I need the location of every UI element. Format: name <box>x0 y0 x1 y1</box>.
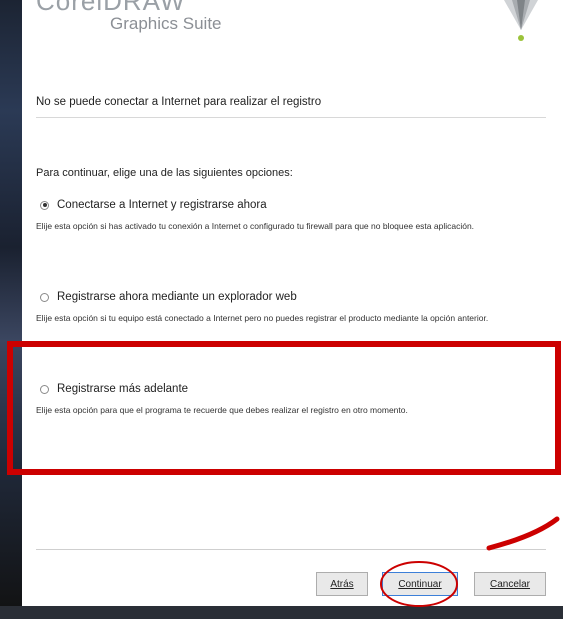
dialog-title: No se puede conectar a Internet para rea… <box>36 96 322 108</box>
cancel-button[interactable]: Cancelar <box>474 572 546 596</box>
option-register-later-label[interactable]: Registrarse más adelante <box>57 383 188 395</box>
radio-register-later[interactable] <box>40 384 49 394</box>
option-web-browser-description: Elije esta opción si tu equipo está cone… <box>36 313 489 323</box>
option-web-browser-label[interactable]: Registrarse ahora mediante un explorador… <box>57 291 297 303</box>
logo-subtitle: Graphics Suite <box>110 14 222 33</box>
registration-dialog: CorelDRAW Graphics Suite No se puede con… <box>22 0 563 606</box>
radio-web-browser[interactable] <box>40 292 49 302</box>
options-prompt: Para continuar, elige una de las siguien… <box>36 167 293 179</box>
footer-divider <box>36 549 546 550</box>
option-register-later[interactable]: Registrarse más adelante Elije esta opci… <box>36 383 546 416</box>
title-divider <box>36 117 546 118</box>
corel-balloon-icon <box>504 0 538 41</box>
continue-button[interactable]: Continuar <box>382 572 458 596</box>
option-connect-now-label[interactable]: Conectarse a Internet y registrarse ahor… <box>57 199 267 211</box>
radio-connect-now[interactable] <box>40 200 49 210</box>
option-connect-now[interactable]: Conectarse a Internet y registrarse ahor… <box>36 199 546 232</box>
desktop-background <box>0 0 24 619</box>
option-web-browser[interactable]: Registrarse ahora mediante un explorador… <box>36 291 546 324</box>
back-button[interactable]: Atrás <box>316 572 368 596</box>
option-register-later-description: Elije esta opción para que el programa t… <box>36 405 408 415</box>
taskbar-strip <box>0 606 563 619</box>
option-connect-now-description: Elije esta opción si has activado tu con… <box>36 221 475 231</box>
